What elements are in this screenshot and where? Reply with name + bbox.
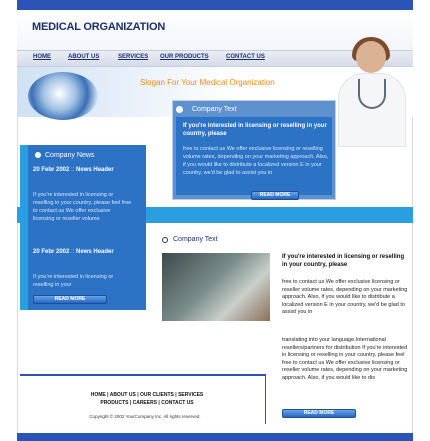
footer-links-row-1[interactable]: HOME | ABOUT US | OUR CLIENTS | SERVICES — [52, 391, 242, 399]
bullet-icon — [35, 152, 41, 158]
site-title: MEDICAL ORGANIZATION — [32, 21, 166, 33]
news-text-2: If you're interested in licensing or res… — [33, 274, 114, 288]
copyright: Copyright © 2002 YourCompany Inc. All ri… — [89, 414, 201, 419]
company-text-2-title: Company Text — [173, 236, 218, 243]
nav-about-us[interactable]: ABOUT US — [68, 54, 99, 60]
company-text-2-body-2: translating into your language.Internati… — [282, 337, 408, 381]
nav-contact-us[interactable]: CONTACT US — [226, 54, 265, 60]
bullet-icon — [162, 237, 168, 243]
bottom-bar — [17, 433, 413, 441]
slogan: Slogan For Your Medical Organization — [140, 78, 275, 87]
hospital-photo — [162, 253, 270, 321]
news-header-2[interactable]: 20 Febr 2002 :: News Header — [33, 248, 133, 256]
footer-links[interactable]: HOME | ABOUT US | OUR CLIENTS | SERVICES… — [52, 391, 242, 407]
doctor-image — [332, 37, 412, 147]
news-read-more-button[interactable]: READ MORE — [33, 295, 107, 304]
news-header-1[interactable]: 20 Febr 2002 :: News Header — [33, 166, 133, 174]
doctor-face — [356, 41, 386, 73]
stethoscope-icon — [358, 79, 386, 109]
top-bar — [17, 0, 413, 10]
company-text-title: Company Text — [192, 106, 237, 113]
company-text-2-body: free to contact us We offer exclusive li… — [282, 279, 408, 315]
read-more-button[interactable]: READ MORE — [251, 191, 299, 200]
company-text-body: free to contact us We offer exclusive li… — [183, 146, 329, 176]
nav-home[interactable]: HOME — [33, 54, 51, 60]
nav-our-products[interactable]: OUR PRODUCTS — [160, 54, 209, 60]
bullet-icon — [176, 106, 183, 113]
company-news-title: Company News — [45, 152, 95, 159]
company-text-2-heading: If you're interested in licensing or res… — [282, 254, 405, 268]
company-text-heading: If you're interested in licensing or res… — [183, 123, 327, 137]
nav-services[interactable]: SERVICES — [118, 54, 148, 60]
news-text-1: If you're interested in licensing or res… — [33, 192, 132, 222]
read-more-button-2[interactable]: READ MORE — [282, 409, 356, 418]
footer-links-row-2[interactable]: PRODUCTS | CAREERS | CONTACT US — [52, 399, 242, 407]
stethoscope-image — [28, 72, 98, 120]
